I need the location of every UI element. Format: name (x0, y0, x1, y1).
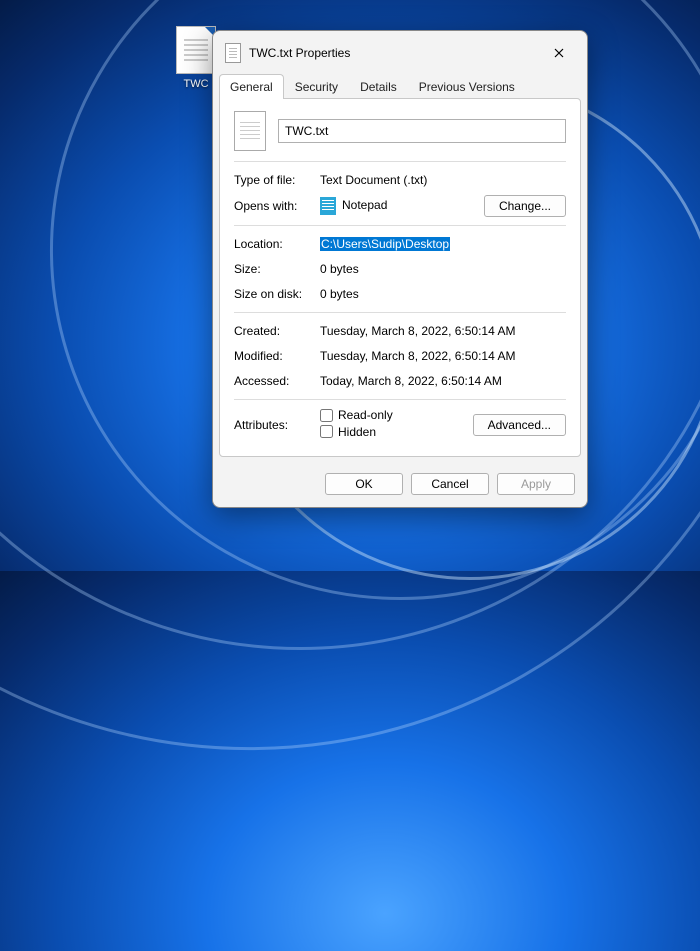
attributes-group: Read-only Hidden (320, 408, 473, 441)
text-file-icon (225, 43, 241, 63)
accessed-value: Today, March 8, 2022, 6:50:14 AM (320, 374, 566, 388)
created-value: Tuesday, March 8, 2022, 6:50:14 AM (320, 324, 566, 338)
hidden-checkbox-input[interactable] (320, 425, 333, 438)
readonly-checkbox-input[interactable] (320, 409, 333, 422)
separator (234, 312, 566, 313)
accessed-label: Accessed: (234, 374, 320, 388)
size-on-disk-value: 0 bytes (320, 287, 566, 301)
tab-previous-versions[interactable]: Previous Versions (408, 74, 526, 99)
location-value[interactable]: C:\Users\Sudip\Desktop (320, 237, 566, 251)
size-label: Size: (234, 262, 320, 276)
created-label: Created: (234, 324, 320, 338)
opens-with-value: Notepad (320, 197, 484, 215)
size-value: 0 bytes (320, 262, 566, 276)
separator (234, 161, 566, 162)
file-type-icon (234, 111, 266, 151)
window-title: TWC.txt Properties (249, 46, 541, 60)
dialog-button-row: OK Cancel Apply (213, 463, 587, 507)
readonly-checkbox[interactable]: Read-only (320, 408, 393, 422)
tab-strip: General Security Details Previous Versio… (213, 73, 587, 98)
notepad-icon (320, 197, 336, 215)
modified-label: Modified: (234, 349, 320, 363)
text-file-icon (176, 26, 216, 74)
properties-dialog: TWC.txt Properties General Security Deta… (212, 30, 588, 508)
attributes-label: Attributes: (234, 418, 320, 432)
type-of-file-label: Type of file: (234, 173, 320, 187)
apply-button[interactable]: Apply (497, 473, 575, 495)
close-icon (554, 48, 564, 58)
tab-security[interactable]: Security (284, 74, 349, 99)
tab-general[interactable]: General (219, 74, 284, 99)
filename-input[interactable] (278, 119, 566, 143)
separator (234, 225, 566, 226)
tab-details[interactable]: Details (349, 74, 408, 99)
cancel-button[interactable]: Cancel (411, 473, 489, 495)
opens-with-label: Opens with: (234, 199, 320, 213)
hidden-checkbox[interactable]: Hidden (320, 425, 376, 439)
size-on-disk-label: Size on disk: (234, 287, 320, 301)
change-button[interactable]: Change... (484, 195, 566, 217)
type-of-file-value: Text Document (.txt) (320, 173, 566, 187)
advanced-button[interactable]: Advanced... (473, 414, 566, 436)
modified-value: Tuesday, March 8, 2022, 6:50:14 AM (320, 349, 566, 363)
ok-button[interactable]: OK (325, 473, 403, 495)
general-panel: Type of file: Text Document (.txt) Opens… (219, 98, 581, 457)
location-label: Location: (234, 237, 320, 251)
titlebar[interactable]: TWC.txt Properties (213, 31, 587, 73)
separator (234, 399, 566, 400)
close-button[interactable] (541, 39, 577, 67)
